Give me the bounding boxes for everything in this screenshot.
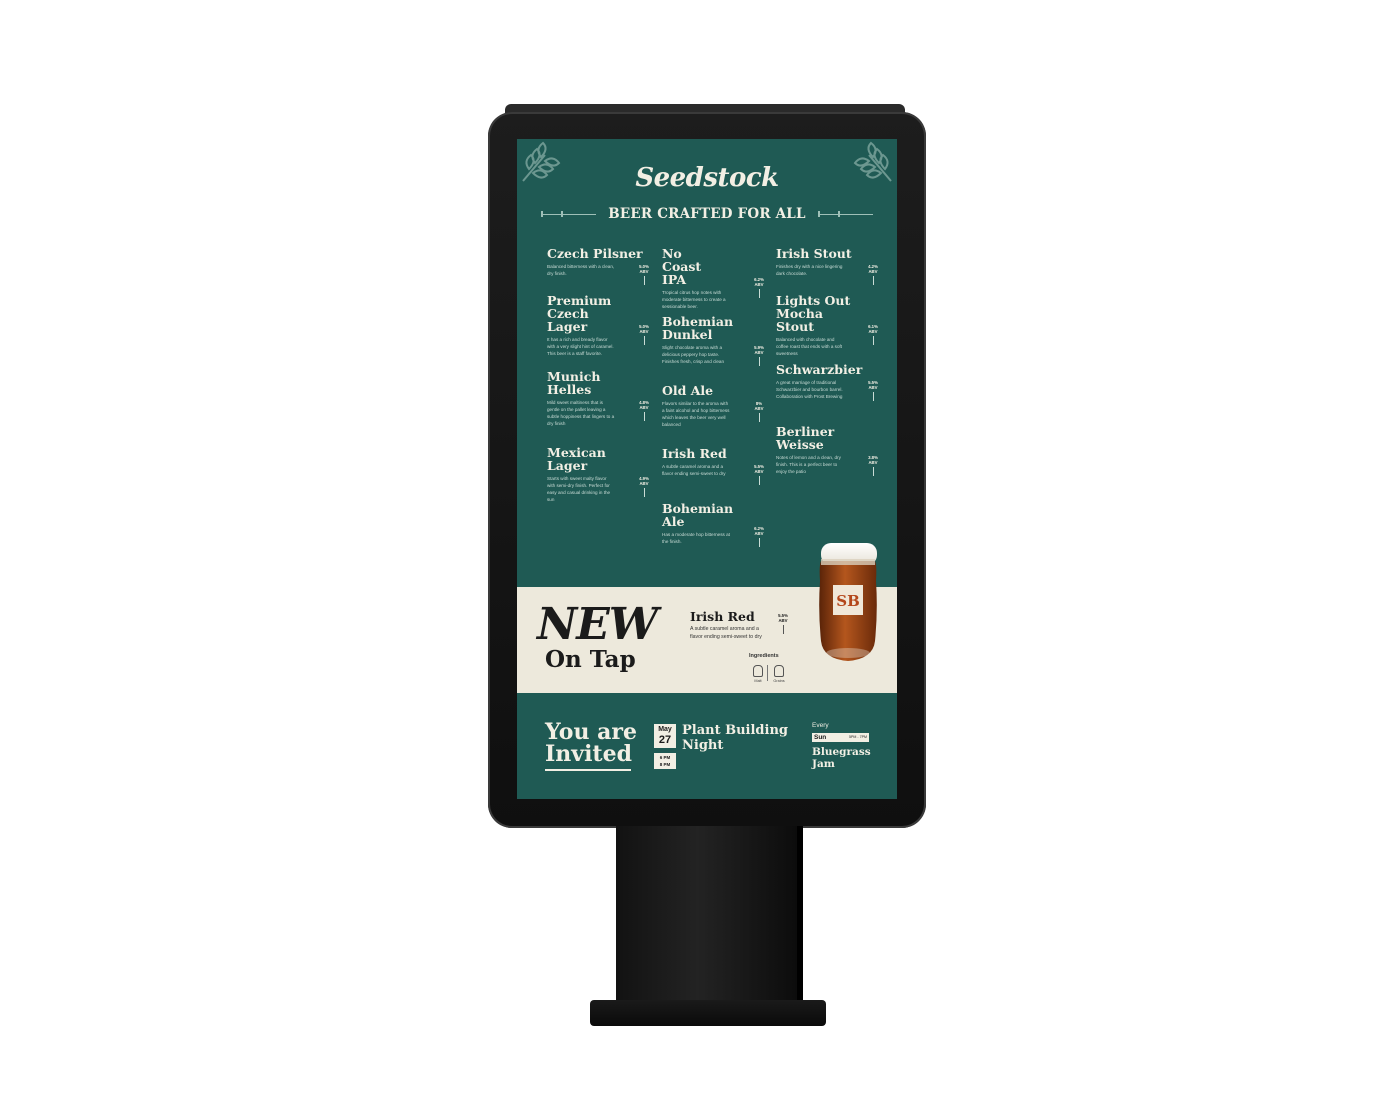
beer-abv: 5.5% ABV <box>866 380 880 401</box>
beer-abv: 5.0% ABV <box>637 324 651 345</box>
beer-abv: 6.2% ABV <box>752 277 766 298</box>
beer-abv: 8% ABV <box>752 401 766 422</box>
kiosk-post <box>616 826 798 1004</box>
beer-name: Irish Stout <box>776 246 852 261</box>
event-name: Plant Building Night <box>682 723 789 753</box>
beer-desc: A subtle caramel aroma and a flavor endi… <box>662 464 726 476</box>
beer-item: Mexican Lager Starts with sweet malty fl… <box>547 445 649 516</box>
beer-desc: Balanced with chocolate and coffee roast… <box>776 337 843 356</box>
beer-abv: 3.8% ABV <box>866 455 880 476</box>
event-date: May 27 <box>654 724 676 748</box>
arrow-right-decoration <box>817 210 873 217</box>
beer-name: Premium Czech Lager <box>547 293 612 334</box>
event-time: 6 PM 8 PM <box>654 753 676 769</box>
beer-item: Lights Out Mocha Stout Balanced with cho… <box>776 293 878 363</box>
kiosk-post-edge <box>797 826 803 1006</box>
beer-item: Bohemian Dunkel Slight chocolate aroma w… <box>662 314 764 384</box>
beer-abv: 4.8% ABV <box>637 400 651 421</box>
invite-underline <box>545 769 631 771</box>
beer-desc: Has a moderate hop bitterness at the fin… <box>662 532 730 544</box>
beer-item: Irish Stout Finishes dry with a nice lin… <box>776 246 878 294</box>
menu-screen: Seedstock BEER CRAFTED FOR ALL Czech Pil… <box>517 139 897 799</box>
invite-heading: You are Invited <box>545 719 637 767</box>
beer-mug-image: SB <box>819 543 877 661</box>
tagline-row: BEER CRAFTED FOR ALL <box>537 205 877 223</box>
beer-abv: 5.5% ABV <box>752 464 766 485</box>
beer-desc: Finishes dry with a nice lingering dark … <box>776 264 843 276</box>
grains-ingredient: Grains <box>770 665 788 683</box>
beer-abv: 5.9% ABV <box>752 345 766 366</box>
new-heading: NEW <box>537 599 658 650</box>
beer-item: Munich Helles Mild sweet maltiness that … <box>547 369 649 446</box>
beer-name: Lights Out Mocha Stout <box>776 293 851 334</box>
beer-name: Czech Pilsner <box>547 246 643 261</box>
beer-desc: It has a rich and bready flavor with a v… <box>547 337 614 356</box>
recurring-day: Sun 5PM - 7PM <box>812 733 869 742</box>
menu-column-3: Irish Stout Finishes dry with a nice lin… <box>776 246 878 485</box>
beer-item: Old Ale Flavors similar to the aroma wit… <box>662 383 764 447</box>
svg-text:SB: SB <box>836 592 860 610</box>
featured-beer-desc: A subtle caramel aroma and a flavor endi… <box>690 626 762 640</box>
beer-desc: Starts with sweet malty flavor with semi… <box>547 476 611 502</box>
beer-name: Bohemian Dunkel <box>662 314 734 342</box>
beer-name: Berliner Weisse <box>776 424 835 452</box>
malt-ingredient: Malt <box>749 665 767 683</box>
beer-name: No Coast IPA <box>662 246 702 287</box>
beer-abv: 4.9% ABV <box>637 476 651 497</box>
beer-item: Berliner Weisse Notes of lemon and a cle… <box>776 424 878 485</box>
on-tap-heading: On Tap <box>545 646 636 673</box>
beer-name: Irish Red <box>662 446 727 461</box>
beer-item: Bohemian Ale Has a moderate hop bitterne… <box>662 501 764 552</box>
beer-name: Bohemian Ale <box>662 501 734 529</box>
recurring-label: Every <box>812 722 829 729</box>
beer-item: Premium Czech Lager It has a rich and br… <box>547 293 649 370</box>
beer-item: Schwarzbier A great marriage of traditio… <box>776 362 878 425</box>
grains-icon <box>774 665 784 677</box>
beer-abv: 5.0% ABV <box>637 264 651 285</box>
beer-name: Old Ale <box>662 383 714 398</box>
beer-abv: 6.2% ABV <box>752 526 766 547</box>
malt-icon <box>753 665 763 677</box>
arrow-left-decoration <box>541 210 597 217</box>
featured-beer-abv: 5.5% ABV <box>775 613 791 634</box>
ingredients-title: Ingredients <box>749 653 779 659</box>
recurring-event-name: Bluegrass Jam <box>812 746 871 770</box>
beer-desc: Mild sweet maltiness that is gentle on t… <box>547 400 615 426</box>
kiosk-base <box>590 1000 826 1026</box>
beer-abv: 4.2% ABV <box>866 264 880 285</box>
beer-name: Schwarzbier <box>776 362 863 377</box>
beer-desc: Balanced bitterness with a clean, dry fi… <box>547 264 615 276</box>
menu-column-2: No Coast IPA Tropical citrus hop notes w… <box>662 246 764 552</box>
beer-abv: 6.1% ABV <box>866 324 880 345</box>
beer-name: Mexican Lager <box>547 445 606 473</box>
tagline: BEER CRAFTED FOR ALL <box>608 206 806 222</box>
beer-desc: Flavors similar to the aroma with a fain… <box>662 401 730 427</box>
brand-logo: Seedstock <box>635 163 779 193</box>
beer-name: Munich Helles <box>547 369 601 397</box>
beer-item: Irish Red A subtle caramel aroma and a f… <box>662 446 764 502</box>
featured-beer-name: Irish Red <box>690 609 755 624</box>
beer-desc: A great marriage of traditional Schwarzb… <box>776 380 843 399</box>
beer-desc: Notes of lemon and a clean, dry finish. … <box>776 455 841 474</box>
beer-item: No Coast IPA Tropical citrus hop notes w… <box>662 246 764 315</box>
menu-column-1: Czech Pilsner Balanced bitterness with a… <box>547 246 649 516</box>
beer-desc: Tropical citrus hop notes with moderate … <box>662 290 726 309</box>
ingredient-divider <box>767 665 768 681</box>
beer-desc: Slight chocolate aroma with a delicious … <box>662 345 725 364</box>
beer-item: Czech Pilsner Balanced bitterness with a… <box>547 246 649 294</box>
